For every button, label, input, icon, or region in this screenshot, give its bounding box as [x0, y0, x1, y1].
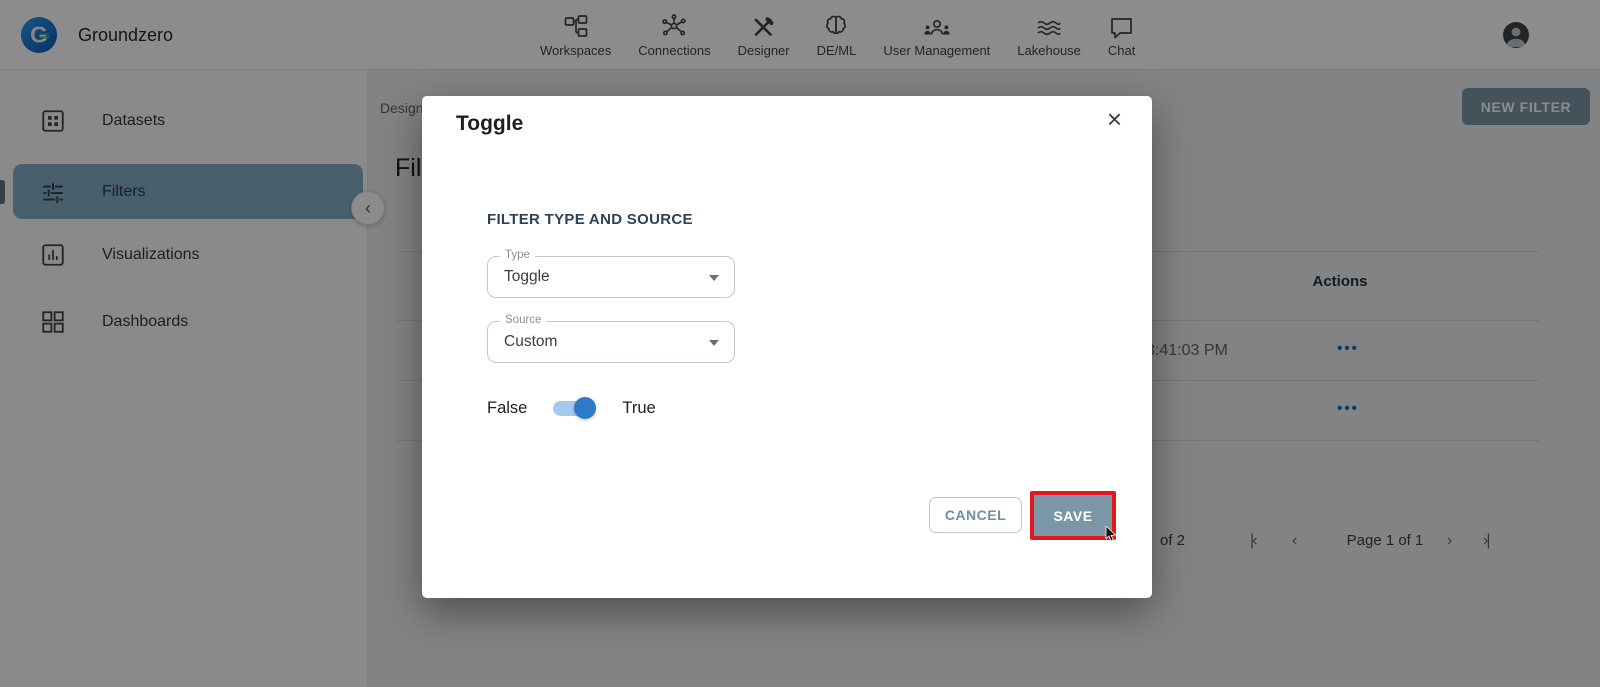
cancel-button[interactable]: CANCEL — [929, 497, 1022, 533]
app-screen: G Groundzero Workspaces — [0, 0, 1600, 687]
type-select[interactable]: Type Toggle — [487, 256, 735, 298]
dropdown-arrow-icon — [709, 275, 719, 281]
mouse-cursor — [1105, 526, 1118, 542]
toggle-switch[interactable] — [553, 401, 595, 416]
type-select-value: Toggle — [504, 257, 550, 299]
toggle-thumb — [574, 397, 596, 419]
source-select-value: Custom — [504, 322, 557, 364]
section-heading: FILTER TYPE AND SOURCE — [487, 211, 693, 228]
modal-title: Toggle — [456, 112, 523, 136]
save-button[interactable]: SAVE — [1030, 491, 1116, 540]
toggle-off-label: False — [487, 399, 527, 418]
toggle-row: False True — [487, 392, 656, 424]
dropdown-arrow-icon — [709, 340, 719, 346]
source-select[interactable]: Source Custom — [487, 321, 735, 363]
toggle-modal: Toggle × FILTER TYPE AND SOURCE Type Tog… — [422, 96, 1152, 598]
close-icon[interactable]: × — [1107, 106, 1122, 132]
toggle-on-label: True — [622, 399, 655, 418]
